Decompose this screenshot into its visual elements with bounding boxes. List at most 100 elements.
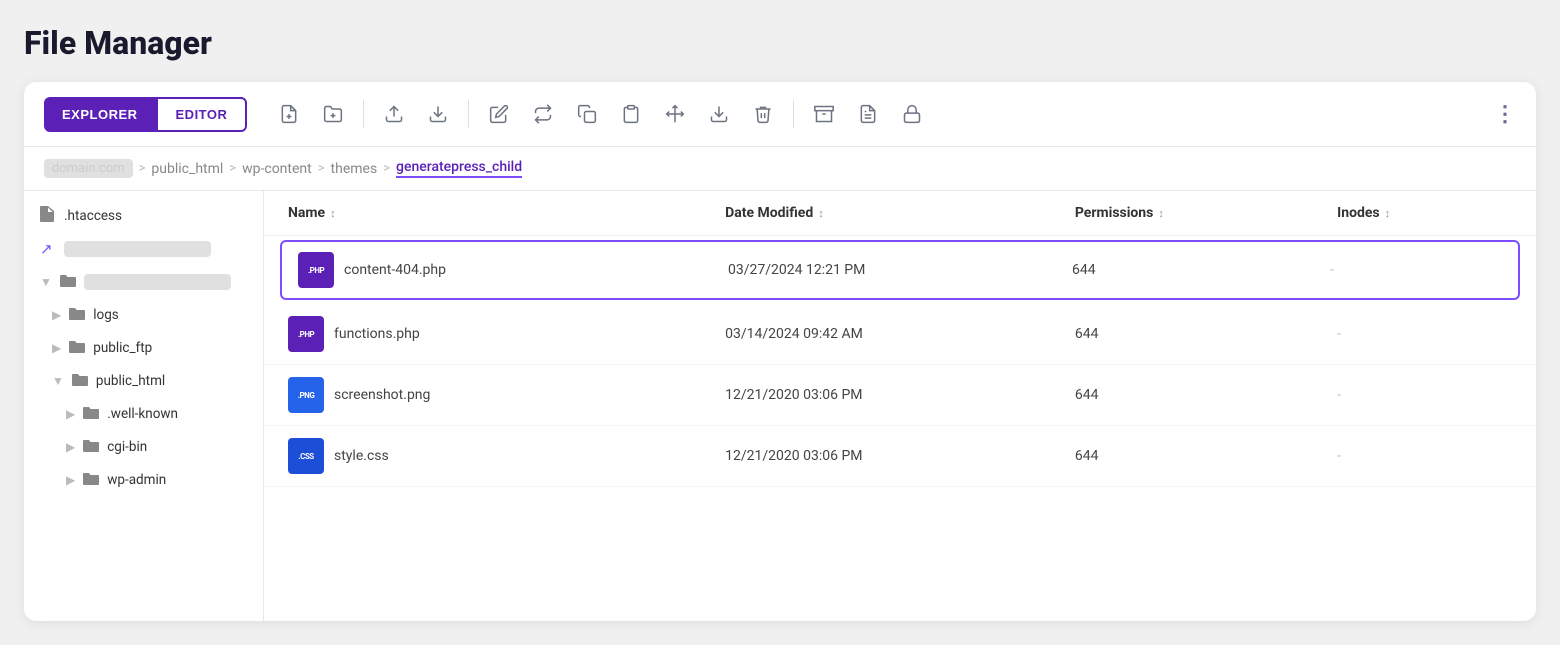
sort-perms-icon: ↕ [1158,207,1164,220]
delete-button[interactable] [745,96,781,132]
file-inodes-screenshot: - [1337,387,1512,403]
file-perms-functions: 644 [1075,326,1337,342]
tab-group: EXPLORER EDITOR [44,97,247,132]
file-type-icon-functions: .PHP [288,316,324,352]
folder-open-icon-public-html [72,371,88,390]
sidebar-item-well-known-label: .well-known [107,406,178,422]
chevron-right-icon5: ▶ [66,473,75,487]
breadcrumb: domain.com > public_html > wp-content > … [24,147,1536,191]
chevron-down-icon2: ▼ [52,374,64,388]
sidebar: .htaccess ↗ ████████████████ ▼ █████████… [24,191,264,621]
new-file-button[interactable] [271,96,307,132]
chevron-right-icon: ▶ [52,308,61,322]
col-header-date[interactable]: Date Modified ↕ [725,205,1075,221]
permissions-button[interactable] [894,96,930,132]
file-type-icon-style: .CSS [288,438,324,474]
page-title: File Manager [24,24,1536,62]
extract-button[interactable] [420,96,456,132]
rename-button[interactable] [525,96,561,132]
sidebar-item-htaccess-label: .htaccess [64,208,122,224]
sidebar-item-cgi-bin-label: cgi-bin [107,439,147,455]
more-options-button[interactable]: ⋮ [1494,102,1516,127]
file-icon [40,206,56,226]
link-icon: ↗ [40,240,56,258]
folder-icon-cgi-bin [83,437,99,456]
divider2 [468,100,469,128]
file-type-icon-content-404: .PHP [298,252,334,288]
col-header-permissions[interactable]: Permissions ↕ [1075,205,1337,221]
sort-name-icon: ↕ [330,207,336,220]
file-date-content-404: 03/27/2024 12:21 PM [728,262,1072,278]
breadcrumb-sep3: > [318,161,325,176]
sidebar-item-wp-admin-label: wp-admin [107,472,166,488]
file-name-col-style: .CSS style.css [288,438,725,474]
breadcrumb-generatepress-child[interactable]: generatepress_child [396,159,522,178]
chevron-right-icon2: ▶ [52,341,61,355]
sidebar-item-public-html[interactable]: ▼ public_html [24,364,263,397]
sidebar-item-cgi-bin[interactable]: ▶ cgi-bin [24,430,263,463]
paste-button[interactable] [613,96,649,132]
sidebar-item-blurred1-label: ████████████████ [64,241,211,257]
divider1 [363,100,364,128]
sort-inodes-icon: ↕ [1385,207,1391,220]
folder-icon-well-known [83,404,99,423]
sidebar-item-blurred2[interactable]: ▼ ████████████████ [24,265,263,298]
file-date-functions: 03/14/2024 09:42 AM [725,326,1075,342]
breadcrumb-root[interactable]: domain.com [44,159,133,178]
move-button[interactable] [657,96,693,132]
col-header-name[interactable]: Name ↕ [288,205,725,221]
file-list-header: Name ↕ Date Modified ↕ Permissions ↕ Ino… [264,191,1536,236]
file-name-col-content-404: .PHP content-404.php [298,252,728,288]
breadcrumb-public-html[interactable]: public_html [151,161,223,177]
sidebar-item-public-ftp-label: public_ftp [93,340,152,356]
download-button[interactable] [701,96,737,132]
tab-editor[interactable]: EDITOR [156,97,248,132]
edit-button[interactable] [481,96,517,132]
breadcrumb-sep2: > [229,161,236,176]
breadcrumb-wp-content[interactable]: wp-content [242,161,312,177]
file-inodes-content-404: - [1330,262,1502,278]
file-date-style: 12/21/2020 03:06 PM [725,448,1075,464]
upload-button[interactable] [376,96,412,132]
sidebar-item-blurred2-label: ████████████████ [84,274,231,290]
file-name-col-functions: .PHP functions.php [288,316,725,352]
file-name-style: style.css [334,448,389,464]
file-perms-screenshot: 644 [1075,387,1337,403]
file-list: Name ↕ Date Modified ↕ Permissions ↕ Ino… [264,191,1536,621]
new-folder-button[interactable] [315,96,351,132]
folder-icon-wp-admin [83,470,99,489]
file-name-content-404: content-404.php [344,262,446,278]
file-manager-container: EXPLORER EDITOR [24,82,1536,621]
sidebar-item-wp-admin[interactable]: ▶ wp-admin [24,463,263,496]
file-name-functions: functions.php [334,326,420,342]
main-content: .htaccess ↗ ████████████████ ▼ █████████… [24,191,1536,621]
breadcrumb-themes[interactable]: themes [331,161,378,177]
file-date-screenshot: 12/21/2020 03:06 PM [725,387,1075,403]
chevron-down-icon: ▼ [40,275,52,289]
col-header-inodes[interactable]: Inodes ↕ [1337,205,1512,221]
file-rows-container: .PHP content-404.php 03/27/2024 12:21 PM… [264,240,1536,487]
file-name-screenshot: screenshot.png [334,387,430,403]
chevron-right-icon3: ▶ [66,407,75,421]
file-row-screenshot[interactable]: .PNG screenshot.png 12/21/2020 03:06 PM … [264,365,1536,426]
divider3 [793,100,794,128]
sidebar-item-well-known[interactable]: ▶ .well-known [24,397,263,430]
folder-icon-logs [69,305,85,324]
sidebar-item-htaccess[interactable]: .htaccess [24,199,263,233]
archive-button[interactable] [806,96,842,132]
file-row-style[interactable]: .CSS style.css 12/21/2020 03:06 PM 644 - [264,426,1536,487]
file-row-functions[interactable]: .PHP functions.php 03/14/2024 09:42 AM 6… [264,304,1536,365]
file-row-content-404[interactable]: .PHP content-404.php 03/27/2024 12:21 PM… [280,240,1520,300]
sidebar-item-logs[interactable]: ▶ logs [24,298,263,331]
sidebar-item-blurred1[interactable]: ↗ ████████████████ [24,233,263,265]
file-name-col-screenshot: .PNG screenshot.png [288,377,725,413]
tab-explorer[interactable]: EXPLORER [44,97,156,132]
file-inodes-style: - [1337,448,1512,464]
file-perms-style: 644 [1075,448,1337,464]
breadcrumb-sep4: > [383,161,390,176]
copy-button[interactable] [569,96,605,132]
folder-icon-public-ftp [69,338,85,357]
file-inodes-functions: - [1337,326,1512,342]
info-button[interactable] [850,96,886,132]
sidebar-item-public-ftp[interactable]: ▶ public_ftp [24,331,263,364]
